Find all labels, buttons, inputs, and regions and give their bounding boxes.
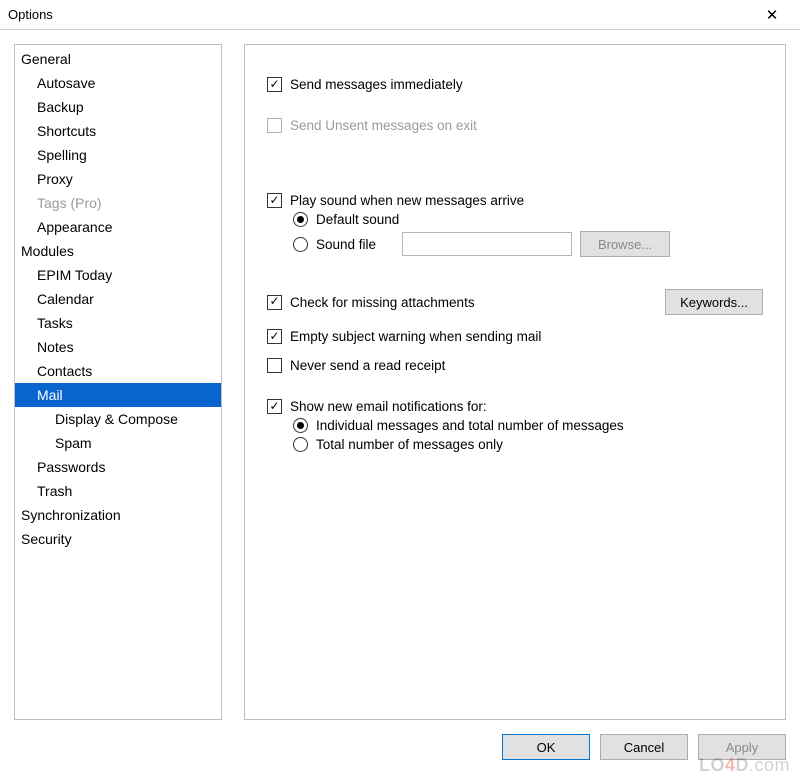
cancel-button[interactable]: Cancel [600, 734, 688, 760]
tree-tags-pro: Tags (Pro) [15, 191, 221, 215]
tree-display-compose[interactable]: Display & Compose [15, 407, 221, 431]
row-check-attachments: Check for missing attachments Keywords..… [267, 289, 763, 315]
row-empty-subject: Empty subject warning when sending mail [267, 329, 763, 344]
close-icon[interactable]: ✕ [752, 6, 792, 24]
tree-proxy[interactable]: Proxy [15, 167, 221, 191]
browse-button[interactable]: Browse... [580, 231, 670, 257]
tree-contacts[interactable]: Contacts [15, 359, 221, 383]
tree-autosave[interactable]: Autosave [15, 71, 221, 95]
label-send-unsent: Send Unsent messages on exit [290, 118, 477, 133]
radio-individual-msgs[interactable] [293, 418, 308, 433]
checkbox-empty-subject[interactable] [267, 329, 282, 344]
tree-tasks[interactable]: Tasks [15, 311, 221, 335]
tree-security[interactable]: Security [15, 527, 221, 551]
row-never-receipt: Never send a read receipt [267, 358, 763, 373]
checkbox-never-receipt[interactable] [267, 358, 282, 373]
tree-modules[interactable]: Modules [15, 239, 221, 263]
checkbox-check-attachments[interactable] [267, 295, 282, 310]
label-total-only: Total number of messages only [316, 437, 503, 452]
label-individual-msgs: Individual messages and total number of … [316, 418, 624, 433]
checkbox-show-notifications[interactable] [267, 399, 282, 414]
row-individual-msgs: Individual messages and total number of … [267, 418, 763, 433]
nav-tree: General Autosave Backup Shortcuts Spelli… [14, 44, 222, 720]
dialog-body: General Autosave Backup Shortcuts Spelli… [0, 30, 800, 720]
ok-button[interactable]: OK [502, 734, 590, 760]
row-send-immediately: Send messages immediately [267, 77, 763, 92]
radio-default-sound[interactable] [293, 212, 308, 227]
input-sound-file[interactable] [402, 232, 572, 256]
titlebar: Options ✕ [0, 0, 800, 30]
label-empty-subject: Empty subject warning when sending mail [290, 329, 541, 344]
row-sound-file: Sound file Browse... [267, 231, 763, 257]
row-total-only: Total number of messages only [267, 437, 763, 452]
apply-button[interactable]: Apply [698, 734, 786, 760]
keywords-button[interactable]: Keywords... [665, 289, 763, 315]
label-show-notifications: Show new email notifications for: [290, 399, 487, 414]
tree-general[interactable]: General [15, 47, 221, 71]
label-sound-file: Sound file [316, 237, 376, 252]
checkbox-send-immediately[interactable] [267, 77, 282, 92]
radio-sound-file[interactable] [293, 237, 308, 252]
tree-epim-today[interactable]: EPIM Today [15, 263, 221, 287]
tree-backup[interactable]: Backup [15, 95, 221, 119]
tree-mail[interactable]: Mail [15, 383, 221, 407]
tree-trash[interactable]: Trash [15, 479, 221, 503]
row-play-sound: Play sound when new messages arrive [267, 193, 763, 208]
row-show-notifications: Show new email notifications for: [267, 399, 763, 414]
window-title: Options [8, 7, 53, 22]
label-send-immediately: Send messages immediately [290, 77, 463, 92]
tree-appearance[interactable]: Appearance [15, 215, 221, 239]
checkbox-send-unsent [267, 118, 282, 133]
mail-settings-panel: Send messages immediately Send Unsent me… [244, 44, 786, 720]
label-check-attachments: Check for missing attachments [290, 295, 475, 310]
label-default-sound: Default sound [316, 212, 399, 227]
tree-spelling[interactable]: Spelling [15, 143, 221, 167]
dialog-footer: OK Cancel Apply [0, 720, 800, 760]
tree-shortcuts[interactable]: Shortcuts [15, 119, 221, 143]
row-default-sound: Default sound [267, 212, 763, 227]
tree-passwords[interactable]: Passwords [15, 455, 221, 479]
tree-notes[interactable]: Notes [15, 335, 221, 359]
tree-spam[interactable]: Spam [15, 431, 221, 455]
radio-total-only[interactable] [293, 437, 308, 452]
label-play-sound: Play sound when new messages arrive [290, 193, 524, 208]
checkbox-play-sound[interactable] [267, 193, 282, 208]
tree-synchronization[interactable]: Synchronization [15, 503, 221, 527]
label-never-receipt: Never send a read receipt [290, 358, 445, 373]
tree-calendar[interactable]: Calendar [15, 287, 221, 311]
row-send-unsent: Send Unsent messages on exit [267, 118, 763, 133]
